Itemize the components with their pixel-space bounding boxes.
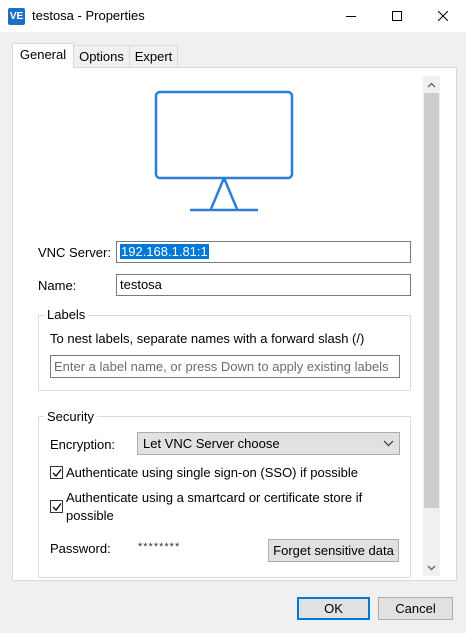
password-value: ******** [138,541,181,553]
sso-label[interactable]: Authenticate using single sign-on (SSO) … [66,464,358,481]
smartcard-label-line1[interactable]: Authenticate using a smartcard or certif… [66,489,362,506]
security-group-title: Security [44,409,97,424]
vnc-viewer-icon: VE [8,8,25,25]
cancel-button[interactable]: Cancel [378,597,453,620]
title-bar[interactable]: VE testosa - Properties [0,0,466,32]
forget-sensitive-data-button[interactable]: Forget sensitive data [268,539,399,562]
close-icon [438,11,448,21]
scroll-down-button[interactable] [423,559,440,576]
vertical-scrollbar[interactable] [423,76,440,576]
smartcard-checkbox[interactable] [50,500,63,513]
vnc-server-input[interactable]: 192.168.1.81:1 [116,241,411,263]
close-button[interactable] [420,0,466,32]
checkmark-icon [52,469,62,477]
name-value: testosa [120,277,162,292]
minimize-icon [346,16,356,17]
general-tab-panel: VNC Server: 192.168.1.81:1 Name: testosa… [12,67,457,581]
smartcard-label-line2[interactable]: possible [66,507,114,524]
tab-options[interactable]: Options [73,45,130,67]
password-label: Password: [50,541,111,556]
vnc-server-label: VNC Server: [38,245,111,260]
tab-general[interactable]: General [12,43,74,68]
chevron-down-icon [383,440,394,447]
tab-expert[interactable]: Expert [129,45,178,67]
label-input-placeholder: Enter a label name, or press Down to app… [54,359,389,374]
labels-group-title: Labels [44,307,89,322]
minimize-button[interactable] [328,0,374,32]
encryption-value: Let VNC Server choose [143,436,280,451]
labels-groupbox [38,315,411,391]
sso-checkbox[interactable] [50,466,63,479]
name-label: Name: [38,278,77,293]
label-input[interactable]: Enter a label name, or press Down to app… [50,355,400,378]
ok-button[interactable]: OK [297,597,370,620]
labels-hint: To nest labels, separate names with a fo… [50,331,365,346]
encryption-label: Encryption: [50,437,116,452]
encryption-select[interactable]: Let VNC Server choose [137,432,400,455]
scroll-down-icon [427,565,436,570]
properties-dialog: VE testosa - Properties General Options … [0,0,466,633]
monitor-icon [154,90,294,212]
name-input[interactable]: testosa [116,274,411,296]
window-title: testosa - Properties [32,8,145,23]
vnc-server-value: 192.168.1.81:1 [120,244,209,259]
checkmark-icon [52,503,62,511]
scroll-up-icon [427,82,436,87]
scroll-up-button[interactable] [423,76,440,93]
scroll-thumb[interactable] [424,93,439,508]
maximize-icon [392,11,402,21]
maximize-button[interactable] [374,0,420,32]
